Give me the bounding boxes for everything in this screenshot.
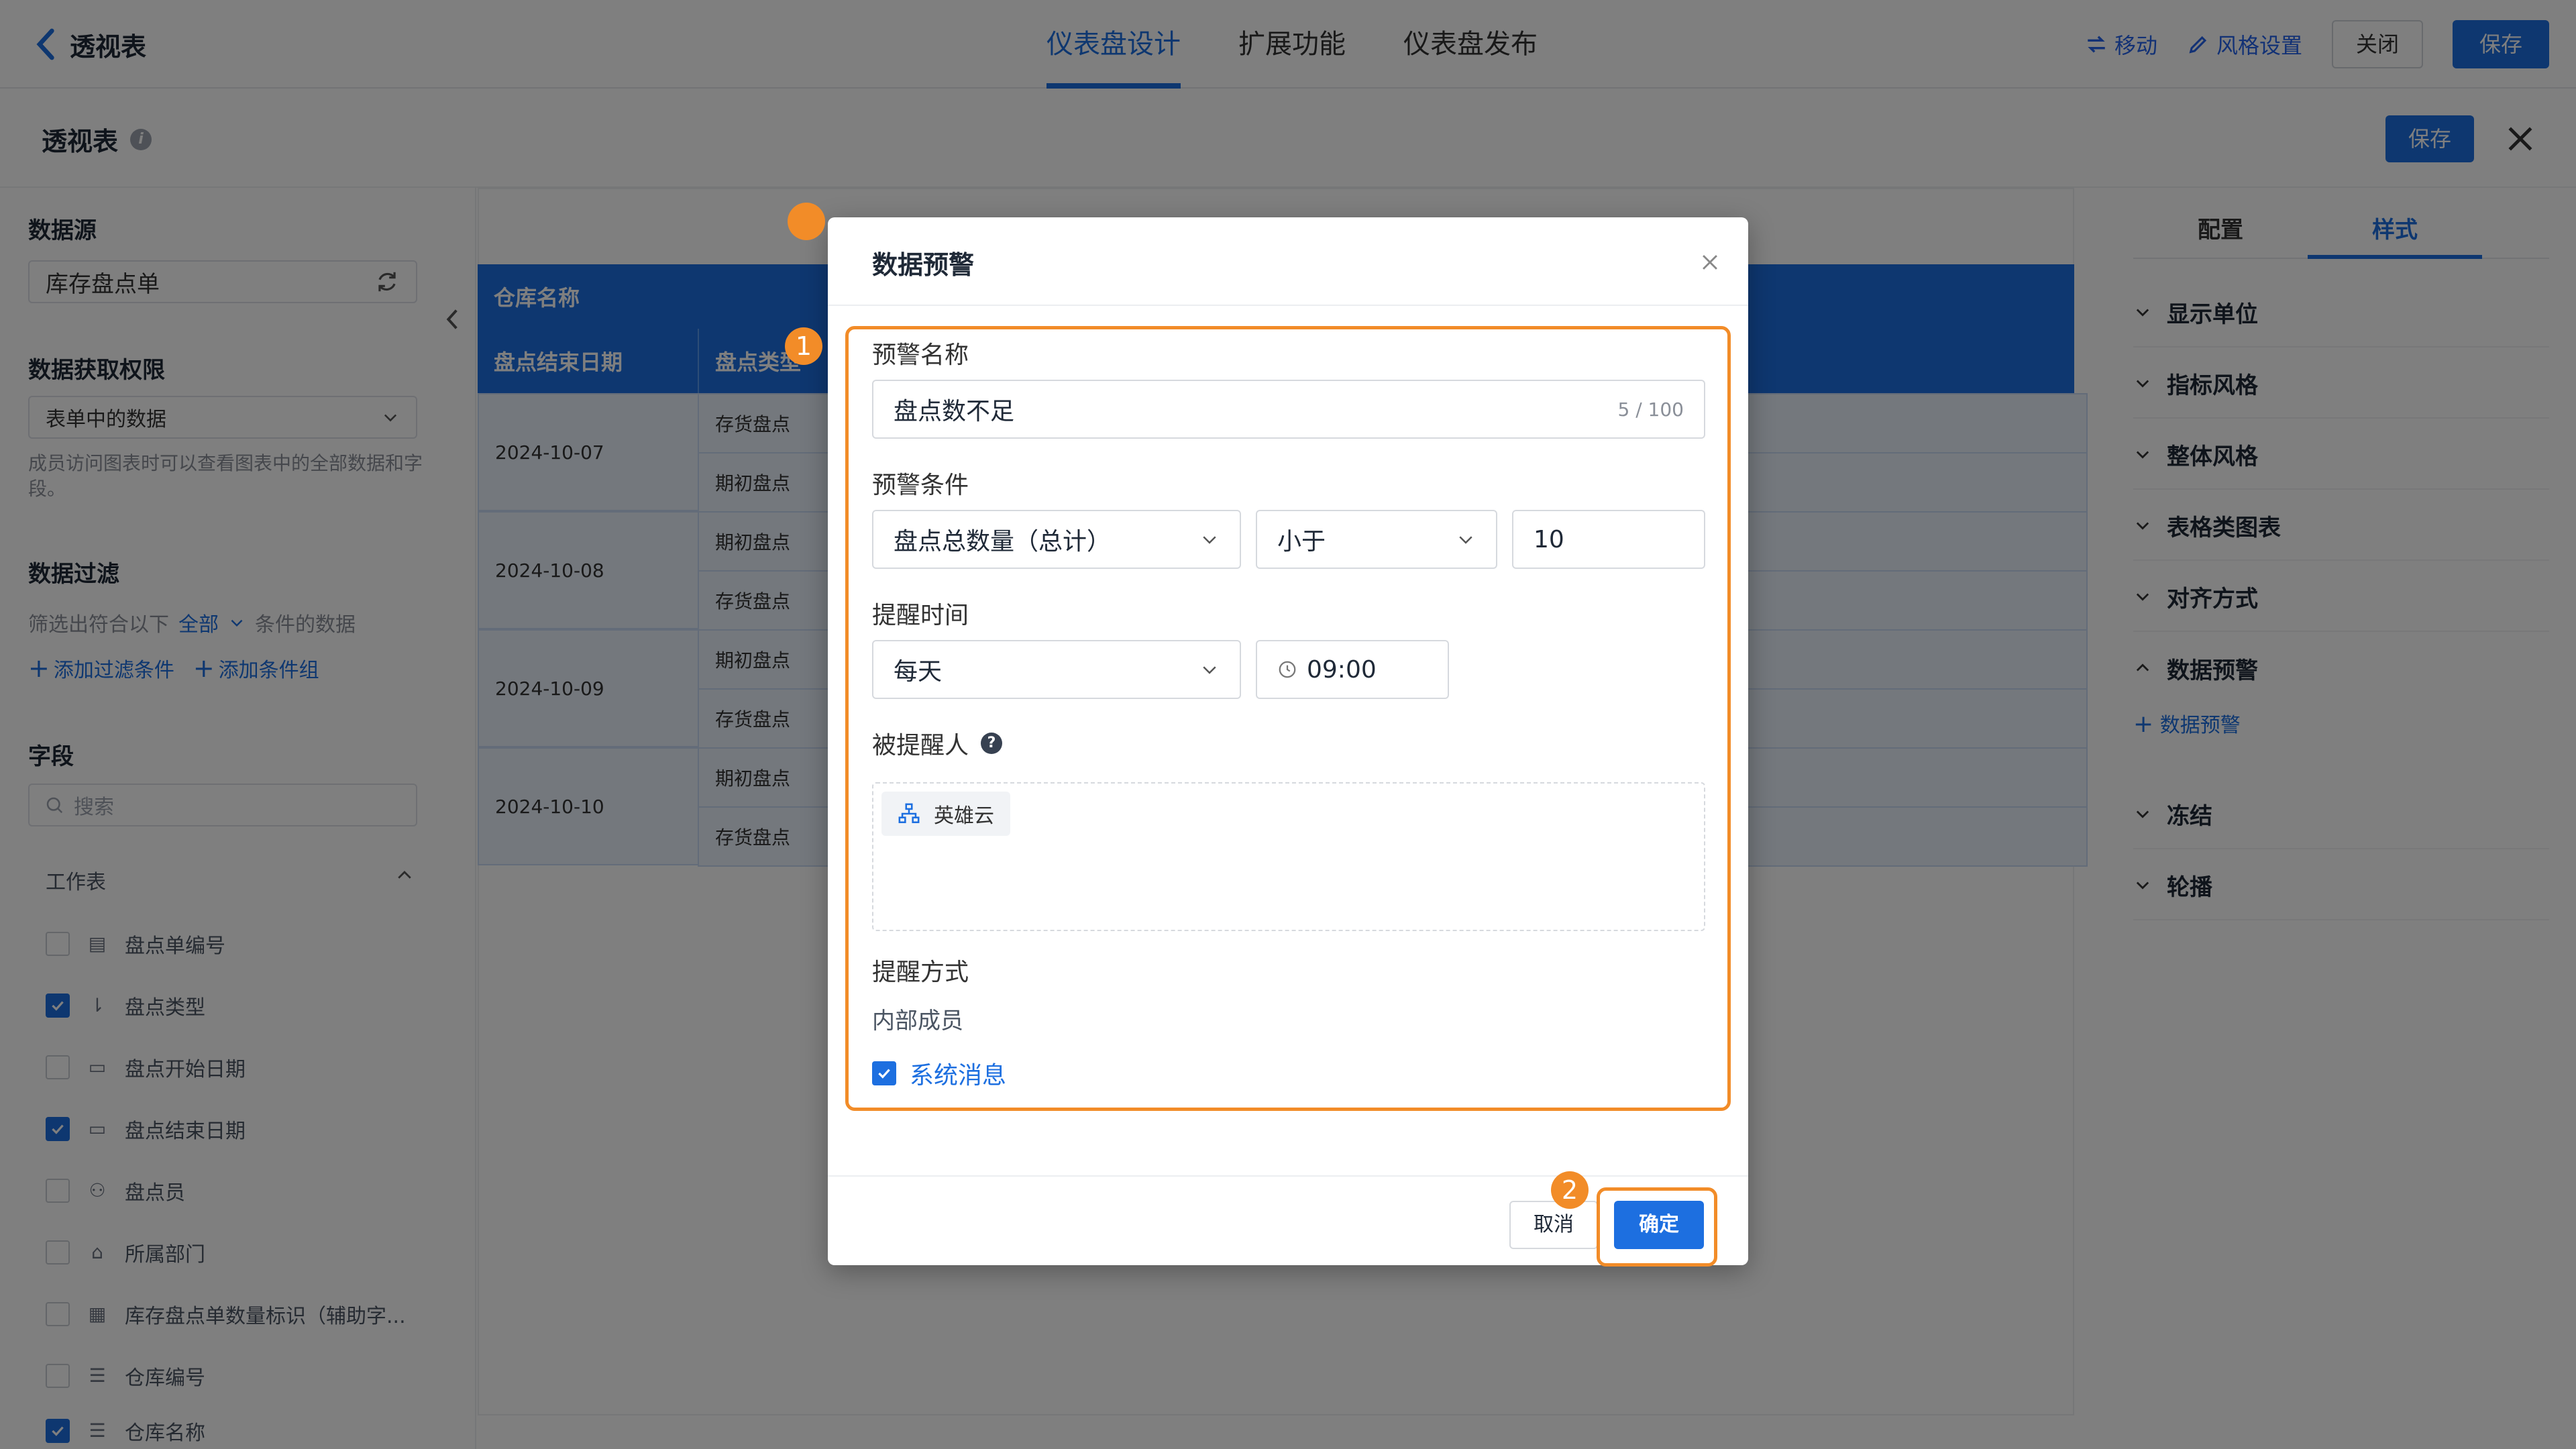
condition-value: 10 (1534, 525, 1564, 553)
highlight-frame (845, 326, 1731, 1111)
org-icon (898, 803, 920, 824)
alert-name-input[interactable]: 盘点数不足 5 / 100 (872, 380, 1705, 439)
close-icon[interactable] (1699, 251, 1721, 274)
check-icon (878, 1069, 890, 1079)
cancel-button[interactable]: 取消 (1509, 1201, 1598, 1249)
step-badge-2: 2 (1551, 1171, 1589, 1209)
recipient-tag[interactable]: 英雄云 (881, 792, 1010, 836)
help-icon[interactable]: ? (981, 733, 1003, 754)
time-picker[interactable]: 09:00 (1256, 640, 1449, 699)
chevron-down-icon (1203, 666, 1216, 674)
chevron-down-icon (1203, 536, 1216, 544)
method-sub: 内部成员 (872, 1008, 963, 1034)
system-message-checkbox[interactable] (872, 1061, 896, 1085)
condition-field-select[interactable]: 盘点总数量（总计） (872, 510, 1241, 569)
divider (828, 305, 1748, 306)
clock-icon (1279, 661, 1296, 678)
remind-time-label: 提醒时间 (872, 602, 969, 629)
alert-name-value: 盘点数不足 (894, 398, 1015, 425)
condition-operator-value: 小于 (1277, 528, 1326, 555)
recipient-label-row: 被提醒人 ? (872, 726, 1003, 761)
frequency-value: 每天 (894, 658, 943, 686)
step-badge-1: 1 (785, 327, 822, 365)
char-count: 5 / 100 (1617, 398, 1684, 421)
condition-label: 预警条件 (872, 472, 969, 499)
confirm-button[interactable]: 确定 (1614, 1201, 1704, 1249)
recipient-tag-label: 英雄云 (934, 804, 994, 828)
alert-name-label: 预警名称 (872, 341, 969, 369)
condition-operator-select[interactable]: 小于 (1256, 510, 1497, 569)
recipient-label: 被提醒人 (872, 732, 969, 759)
system-message-label: 系统消息 (910, 1062, 1007, 1089)
chevron-down-icon (1459, 536, 1472, 544)
system-message-option[interactable]: 系统消息 (872, 1056, 1006, 1091)
step-badge-hidden (788, 203, 825, 240)
condition-value-input[interactable]: 10 (1512, 510, 1705, 569)
condition-field-value: 盘点总数量（总计） (894, 528, 1112, 555)
data-alert-dialog: 数据预警 预警名称 盘点数不足 5 / 100 预警条件 盘点总数量（总计） 小… (788, 203, 1748, 1267)
time-value: 09:00 (1307, 655, 1377, 684)
divider (828, 1175, 1748, 1177)
frequency-select[interactable]: 每天 (872, 640, 1241, 699)
method-label: 提醒方式 (872, 959, 969, 986)
dialog-title: 数据预警 (872, 250, 975, 280)
